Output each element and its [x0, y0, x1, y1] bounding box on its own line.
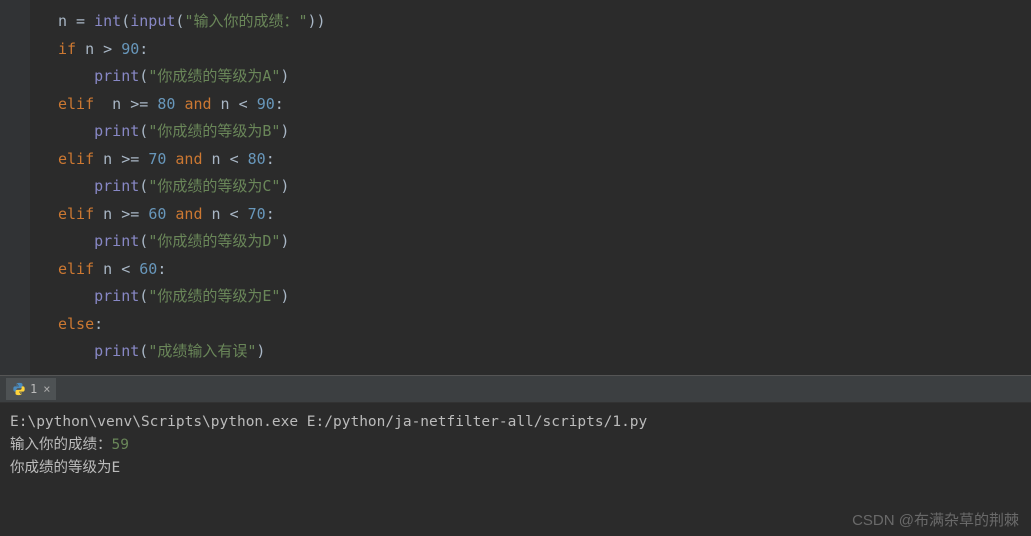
code-line[interactable]: elif n < 60: — [58, 256, 1031, 284]
code-content[interactable]: n = int(input("输入你的成绩："))if n > 90: prin… — [30, 0, 1031, 375]
code-line[interactable]: print("你成绩的等级为D") — [58, 228, 1031, 256]
console-tabs: 1 × — [0, 376, 1031, 403]
python-icon — [12, 382, 26, 396]
console-prompt-line: 输入你的成绩：59 — [10, 434, 1021, 457]
code-line[interactable]: print("你成绩的等级为B") — [58, 118, 1031, 146]
run-console: 1 × E:\python\venv\Scripts\python.exe E:… — [0, 376, 1031, 536]
code-line[interactable]: if n > 90: — [58, 36, 1031, 64]
code-line[interactable]: elif n >= 70 and n < 80: — [58, 146, 1031, 174]
code-line[interactable]: elif n >= 80 and n < 90: — [58, 91, 1031, 119]
code-line[interactable]: n = int(input("输入你的成绩：")) — [58, 8, 1031, 36]
console-output[interactable]: E:\python\venv\Scripts\python.exe E:/pyt… — [0, 403, 1031, 488]
console-command: E:\python\venv\Scripts\python.exe E:/pyt… — [10, 411, 1021, 434]
console-result: 你成绩的等级为E — [10, 457, 1021, 480]
code-line[interactable]: print("你成绩的等级为E") — [58, 283, 1031, 311]
code-line[interactable]: elif n >= 60 and n < 70: — [58, 201, 1031, 229]
code-line[interactable]: print("成绩输入有误") — [58, 338, 1031, 366]
editor-gutter — [0, 0, 30, 375]
code-line[interactable]: print("你成绩的等级为A") — [58, 63, 1031, 91]
code-editor[interactable]: n = int(input("输入你的成绩："))if n > 90: prin… — [0, 0, 1031, 375]
console-tab-label: 1 — [30, 382, 37, 396]
console-tab-active[interactable]: 1 × — [6, 378, 56, 400]
code-line[interactable]: print("你成绩的等级为C") — [58, 173, 1031, 201]
close-icon[interactable]: × — [41, 382, 50, 396]
code-line[interactable]: else: — [58, 311, 1031, 339]
